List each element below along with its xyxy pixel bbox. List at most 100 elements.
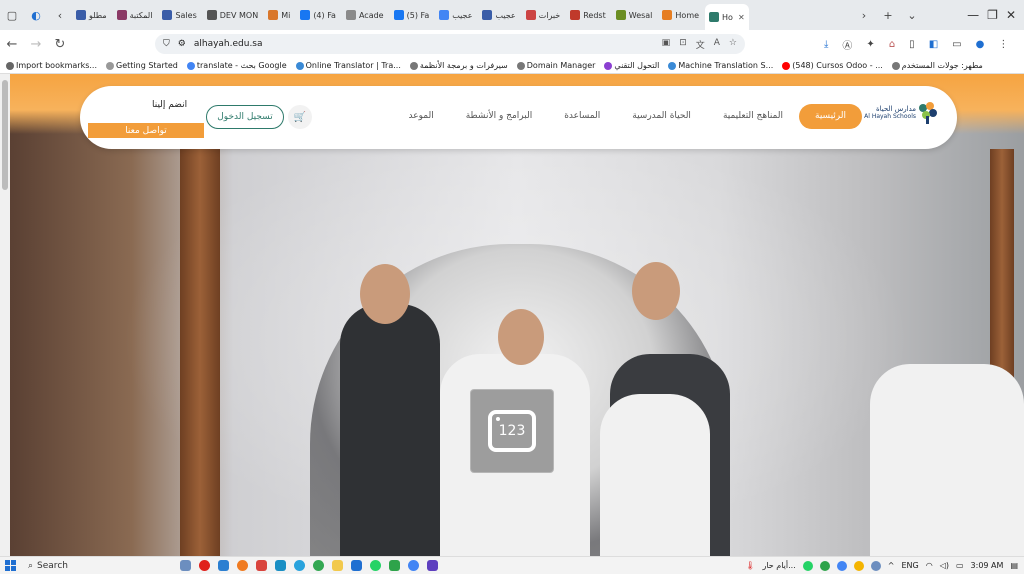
nav-item[interactable]: البرامج و الأنشطة	[450, 104, 549, 129]
bookmark-item[interactable]: (548) Cursos Odoo - ...	[782, 61, 883, 70]
tray-app-icon[interactable]	[836, 560, 847, 571]
download-icon[interactable]: ⤓	[824, 39, 828, 50]
taskbar-search[interactable]: ⌕ Search	[20, 561, 150, 571]
bookmark-item[interactable]: Import bookmarks...	[6, 61, 97, 70]
browser-tab[interactable]: Home	[658, 3, 703, 27]
chrome-icon[interactable]	[313, 560, 324, 571]
bookmark-item[interactable]: Domain Manager	[516, 61, 595, 70]
bookmark-item[interactable]: Getting Started	[106, 61, 178, 70]
page-scrollbar[interactable]	[0, 74, 10, 556]
bookmark-item[interactable]: Online Translator | Tra...	[295, 61, 401, 70]
opera-icon[interactable]	[199, 560, 210, 571]
sidebar-icon[interactable]: ◧	[929, 39, 938, 50]
tray-app-icon[interactable]	[819, 560, 830, 571]
profile-avatar-icon[interactable]: ●	[976, 39, 985, 50]
shield-icon[interactable]: ⛉	[163, 39, 170, 49]
vscode-icon[interactable]	[218, 560, 229, 571]
image-icon[interactable]: ▣	[662, 38, 671, 51]
phone-icon[interactable]: ▯	[909, 39, 915, 50]
volume-icon[interactable]: ◁)	[940, 561, 949, 570]
nav-item[interactable]: الحياة المدرسية	[616, 104, 707, 129]
close-tab-icon[interactable]: ✕	[738, 13, 745, 22]
widget-icon[interactable]	[180, 560, 191, 571]
windows-start-icon[interactable]	[0, 560, 20, 571]
close-window-icon[interactable]: ✕	[1006, 8, 1016, 22]
extension-home-icon[interactable]: ⌂	[889, 39, 895, 50]
profile-icon[interactable]: ◐	[24, 3, 48, 27]
translate-icon[interactable]: 文	[696, 38, 705, 51]
url-omnibox[interactable]: ⛉ ⚙ alhayah.edu.sa ▣ ⊡ 文 A ☆	[155, 34, 745, 54]
weather-label[interactable]: أيام حار...	[762, 561, 795, 570]
bookmark-item[interactable]: مطهر: جولات المستخدم	[891, 61, 983, 70]
tab-search-chevron-icon[interactable]: ⌄	[900, 3, 924, 27]
app-purple-icon[interactable]	[427, 560, 438, 571]
site-logo[interactable]: مدارس الحياة Al Hayah Schools	[864, 102, 937, 124]
menu-dots-icon[interactable]: ⋮	[998, 39, 1008, 50]
reload-icon[interactable]: ↻	[48, 37, 72, 52]
firefox-icon[interactable]	[237, 560, 248, 571]
browser-tab[interactable]: Wesal	[612, 3, 657, 27]
browser-tab[interactable]: عجيب	[478, 3, 519, 27]
clock[interactable]: 3:09 AM	[971, 561, 1004, 570]
extensions-puzzle-icon[interactable]: ✦	[866, 39, 874, 50]
browser-tab[interactable]: مطلو	[72, 3, 111, 27]
site-info-icon[interactable]: ⚙	[178, 39, 186, 49]
tab-overview-icon[interactable]: ▢	[0, 3, 24, 27]
bookmark-item[interactable]: Machine Translation S...	[668, 61, 773, 70]
browser-tab[interactable]: Ho ✕	[705, 4, 749, 30]
reader-icon[interactable]: A	[714, 38, 720, 51]
tray-app-icon[interactable]	[853, 560, 864, 571]
account-a-icon[interactable]: Ⓐ	[842, 37, 852, 52]
scroll-tabs-right-icon[interactable]: ›	[852, 3, 876, 27]
browser-tab[interactable]: عجيب	[435, 3, 476, 27]
telegram-icon[interactable]	[294, 560, 305, 571]
install-icon[interactable]: ⊡	[679, 38, 687, 51]
bookmark-item[interactable]: التحول التقني	[604, 61, 659, 70]
language-indicator[interactable]: ENG	[901, 561, 918, 570]
app-green-icon[interactable]	[389, 560, 400, 571]
join-us-link[interactable]: انضم إلينا	[152, 100, 187, 110]
restore-icon[interactable]: ❐	[987, 8, 998, 22]
tray-app-icon[interactable]	[870, 560, 881, 571]
scrollbar-thumb[interactable]	[2, 80, 8, 190]
split-view-icon[interactable]: ▭	[952, 39, 961, 50]
bookmark-item[interactable]: سيرفرات و برمجة الأنظمة	[409, 61, 508, 70]
browser-tab[interactable]: (5) Fa	[390, 3, 434, 27]
accessibility-widget[interactable]: 123	[470, 389, 554, 473]
bookmark-star-icon[interactable]: ☆	[729, 38, 737, 51]
browser-tab[interactable]: Sales	[158, 3, 200, 27]
whatsapp-tray-icon[interactable]	[802, 560, 813, 571]
minimize-icon[interactable]: —	[967, 8, 979, 22]
browser-tab[interactable]: (4) Fa	[296, 3, 340, 27]
forward-icon[interactable]: →	[24, 37, 48, 52]
tray-chevron-icon[interactable]: ^	[888, 561, 895, 570]
back-icon[interactable]: ←	[0, 37, 24, 52]
browser-tab[interactable]: Mi	[264, 3, 294, 27]
nav-item[interactable]: الموعد	[393, 104, 450, 129]
browser-tab[interactable]: Redst	[566, 3, 610, 27]
files-icon[interactable]	[332, 560, 343, 571]
wifi-icon[interactable]: ◠	[926, 561, 933, 570]
browser-tab[interactable]: Acade	[342, 3, 388, 27]
url-text[interactable]: alhayah.edu.sa	[194, 39, 263, 49]
nav-item[interactable]: المناهج التعليمية	[707, 104, 799, 129]
browser-tab[interactable]: خبرات	[522, 3, 565, 27]
app-red-icon[interactable]	[256, 560, 267, 571]
scroll-tabs-left-icon[interactable]: ‹	[48, 3, 72, 27]
new-tab-icon[interactable]: +	[876, 3, 900, 27]
chrome-2-icon[interactable]	[408, 560, 419, 571]
nav-item[interactable]: الرئيسية	[799, 104, 862, 129]
login-button[interactable]: تسجيل الدخول	[206, 105, 284, 129]
whatsapp-icon[interactable]	[370, 560, 381, 571]
app-blue-icon[interactable]	[351, 560, 362, 571]
cart-icon[interactable]: 🛒	[288, 105, 312, 129]
notification-icon[interactable]: ▤	[1010, 561, 1018, 570]
nav-item[interactable]: المساعدة	[548, 104, 616, 129]
browser-tab[interactable]: المكتبة	[113, 3, 157, 27]
bookmark-item[interactable]: translate - بحث Google	[186, 61, 287, 70]
battery-icon[interactable]: ▭	[956, 561, 964, 570]
app-teal-icon[interactable]	[275, 560, 286, 571]
browser-tab[interactable]: DEV MON	[203, 3, 262, 27]
contact-us-button[interactable]: تواصل معنا	[88, 123, 204, 138]
weather-icon[interactable]: 🌡	[745, 561, 755, 570]
